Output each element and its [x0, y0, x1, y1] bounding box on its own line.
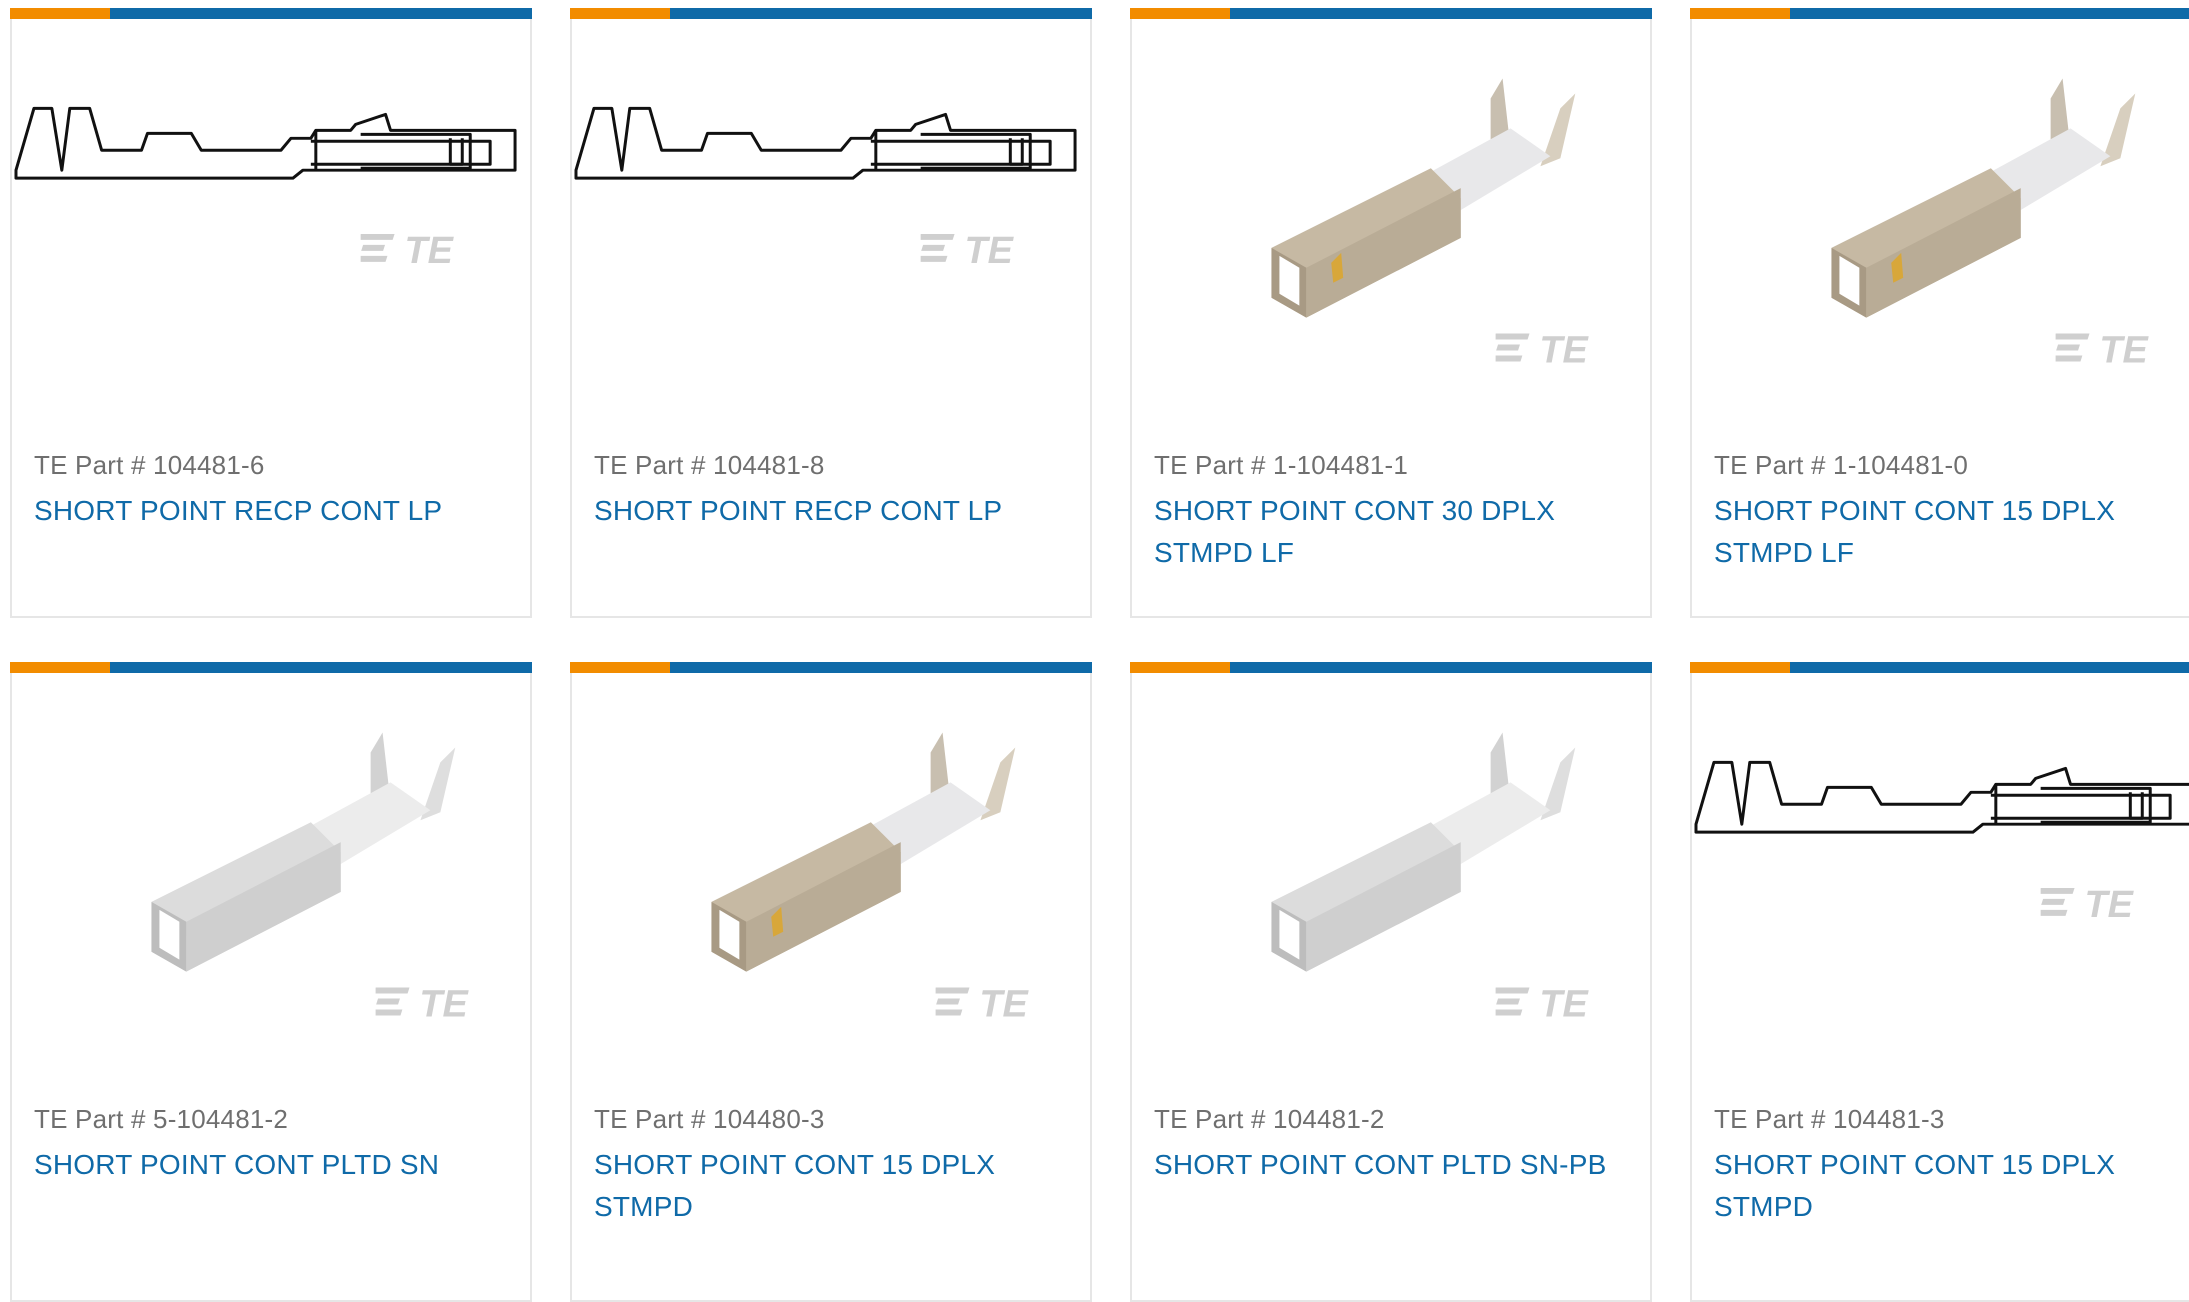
product-image[interactable]: [1132, 692, 1650, 1052]
product-image[interactable]: [1692, 692, 2189, 1052]
product-card[interactable]: TE Part # 104481-2 SHORT POINT CONT PLTD…: [1130, 662, 1652, 1302]
card-accent-bar: [570, 8, 1092, 19]
product-title-link[interactable]: SHORT POINT CONT 15 DPLX STMPD LF: [1714, 490, 2189, 574]
product-title-link[interactable]: SHORT POINT CONT PLTD SN-PB: [1154, 1144, 1638, 1186]
product-card[interactable]: TE Part # 104481-8 SHORT POINT RECP CONT…: [570, 8, 1092, 618]
part-number: TE Part # 1-104481-1: [1154, 450, 1409, 480]
product-title-link[interactable]: SHORT POINT RECP CONT LP: [34, 490, 518, 532]
part-number: TE Part # 5-104481-2: [34, 1104, 289, 1134]
product-card[interactable]: TE Part # 104481-3 SHORT POINT CONT 15 D…: [1690, 662, 2189, 1302]
product-title-link[interactable]: SHORT POINT RECP CONT LP: [594, 490, 1078, 532]
card-accent-bar: [10, 662, 532, 673]
product-card[interactable]: TE Part # 1-104481-1 SHORT POINT CONT 30…: [1130, 8, 1652, 618]
card-accent-bar: [570, 662, 1092, 673]
card-accent-bar: [1130, 662, 1652, 673]
part-number: TE Part # 104481-6: [34, 450, 265, 480]
product-image[interactable]: [1692, 38, 2189, 398]
card-accent-bar: [1690, 8, 2189, 19]
card-accent-bar: [1690, 662, 2189, 673]
product-title-link[interactable]: SHORT POINT CONT 30 DPLX STMPD LF: [1154, 490, 1638, 574]
card-accent-bar: [10, 8, 532, 19]
product-card[interactable]: TE Part # 104480-3 SHORT POINT CONT 15 D…: [570, 662, 1092, 1302]
part-number: TE Part # 104481-8: [594, 450, 825, 480]
product-title-link[interactable]: SHORT POINT CONT 15 DPLX STMPD: [594, 1144, 1078, 1228]
card-accent-bar: [1130, 8, 1652, 19]
product-image[interactable]: [1132, 38, 1650, 398]
product-title-link[interactable]: SHORT POINT CONT 15 DPLX STMPD: [1714, 1144, 2189, 1228]
product-image[interactable]: [572, 692, 1090, 1052]
product-image[interactable]: [572, 38, 1090, 398]
product-image[interactable]: [12, 692, 530, 1052]
part-number: TE Part # 1-104481-0: [1714, 450, 1969, 480]
part-number: TE Part # 104481-3: [1714, 1104, 1945, 1134]
part-number: TE Part # 104481-2: [1154, 1104, 1385, 1134]
product-card[interactable]: TE Part # 1-104481-0 SHORT POINT CONT 15…: [1690, 8, 2189, 618]
product-card[interactable]: TE Part # 104481-6 SHORT POINT RECP CONT…: [10, 8, 532, 618]
product-title-link[interactable]: SHORT POINT CONT PLTD SN: [34, 1144, 518, 1186]
part-number: TE Part # 104480-3: [594, 1104, 825, 1134]
product-card[interactable]: TE Part # 5-104481-2 SHORT POINT CONT PL…: [10, 662, 532, 1302]
product-image[interactable]: [12, 38, 530, 398]
